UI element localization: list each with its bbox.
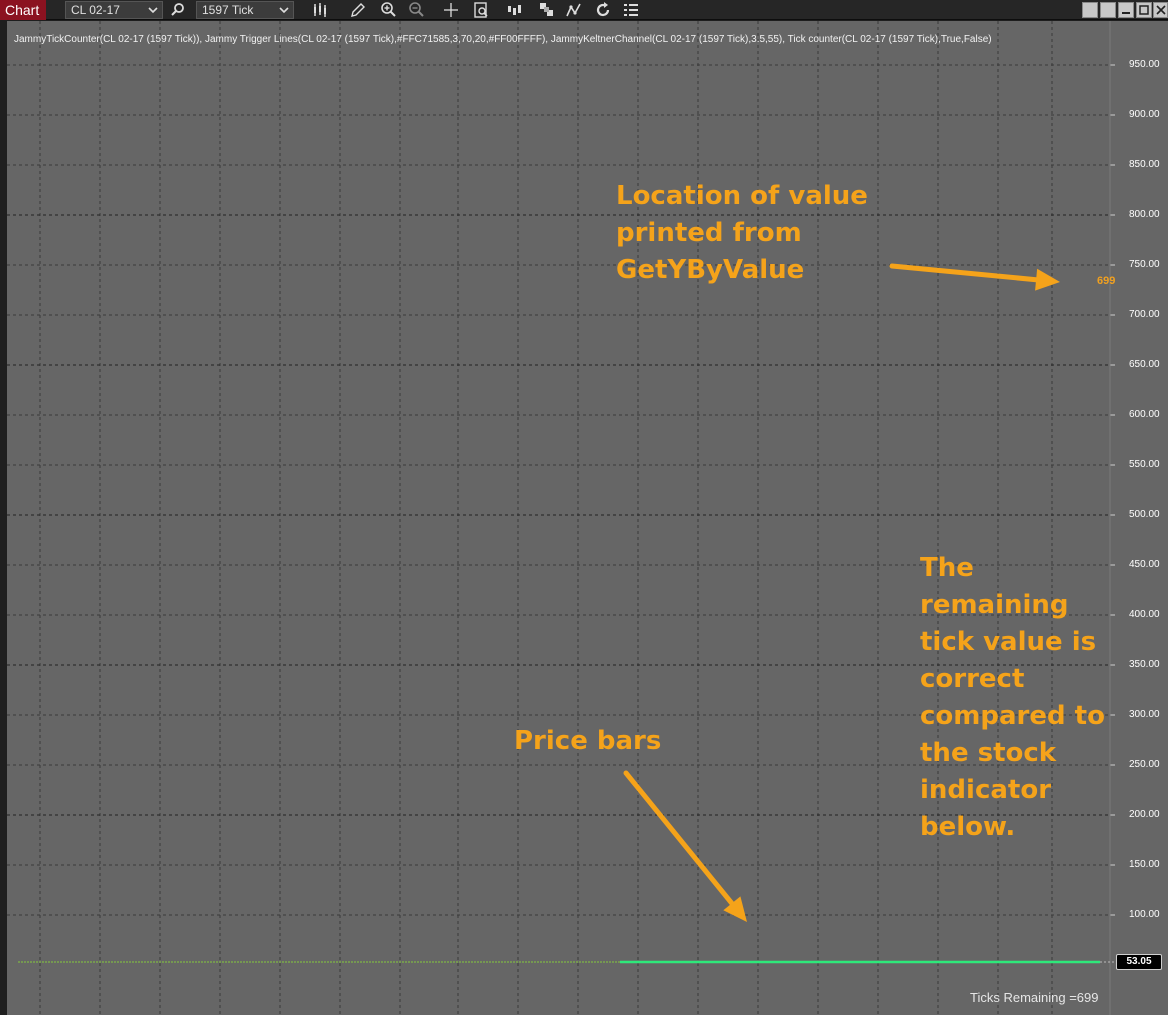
- chevron-down-icon: [279, 7, 289, 14]
- price-tick-label: 900.00: [1129, 109, 1160, 120]
- price-tick-label: 800.00: [1129, 209, 1160, 220]
- annotation-line: remaining: [920, 590, 1069, 620]
- properties-icon[interactable]: [622, 1, 640, 19]
- indicator-labels: JammyTickCounter(CL 02-17 (1597 Tick)), …: [14, 34, 992, 45]
- interval-selector[interactable]: 1597 Tick: [196, 1, 294, 19]
- annotation-line: correct: [920, 664, 1025, 694]
- ticks-remaining-label: Ticks Remaining =699: [970, 990, 1099, 1005]
- price-tick-label: 700.00: [1129, 309, 1160, 320]
- annotation-line: The: [920, 553, 974, 583]
- price-tick-label: 200.00: [1129, 809, 1160, 820]
- crosshair-icon[interactable]: [442, 1, 460, 19]
- annotation-line: the stock: [920, 738, 1057, 768]
- price-tick-label: 350.00: [1129, 659, 1160, 670]
- price-tick-label: 150.00: [1129, 859, 1160, 870]
- strategy-icon[interactable]: [538, 1, 556, 19]
- instrument-value: CL 02-17: [71, 3, 120, 17]
- tile-icon[interactable]: [1100, 2, 1116, 18]
- chart-toolbar: Chart CL 02-17 1597 Tick: [0, 0, 1168, 20]
- current-price-marker: 53.05: [1116, 954, 1162, 970]
- chevron-down-icon: [148, 7, 158, 14]
- chart-panel[interactable]: [0, 21, 1168, 1015]
- price-tick-label: 250.00: [1129, 759, 1160, 770]
- price-tick-label: 550.00: [1129, 459, 1160, 470]
- price-tick-label: 650.00: [1129, 359, 1160, 370]
- price-tick-label: 950.00: [1129, 59, 1160, 70]
- instrument-selector[interactable]: CL 02-17: [65, 1, 163, 19]
- annotation-line: printed from: [616, 218, 802, 248]
- annotation-line: tick value is: [920, 627, 1097, 657]
- bar-spacing-icon[interactable]: [506, 1, 524, 19]
- annotation-arrow-price: [623, 770, 735, 906]
- price-tick-label: 100.00: [1129, 909, 1160, 920]
- price-tick-label: 750.00: [1129, 259, 1160, 270]
- zoom-in-icon[interactable]: [379, 1, 397, 19]
- annotation-line: indicator: [920, 775, 1052, 805]
- indicator-icon[interactable]: [565, 1, 583, 19]
- minimize-icon[interactable]: [1118, 2, 1134, 18]
- annotation-location: Location of value printed from GetYByVal…: [616, 178, 868, 289]
- annotation-arrow-location: [889, 263, 1039, 283]
- annotation-line: Location of value: [616, 181, 868, 211]
- annotation-remaining: The remaining tick value is correct comp…: [920, 550, 1105, 846]
- price-tick-label: 300.00: [1129, 709, 1160, 720]
- search-icon[interactable]: [169, 1, 187, 19]
- price-tick-label: 500.00: [1129, 509, 1160, 520]
- price-tick-label: 850.00: [1129, 159, 1160, 170]
- data-box-icon[interactable]: [472, 1, 490, 19]
- restore-icon[interactable]: [1082, 2, 1098, 18]
- annotation-arrow-location-head: [1035, 268, 1060, 291]
- maximize-icon[interactable]: [1136, 2, 1152, 18]
- annotation-price-bars: Price bars: [514, 726, 662, 756]
- annotation-line: GetYByValue: [616, 255, 805, 285]
- chart-canvas[interactable]: [7, 21, 1168, 1015]
- annotation-line: below.: [920, 812, 1016, 842]
- close-icon[interactable]: [1153, 2, 1168, 18]
- price-tick-label: 400.00: [1129, 609, 1160, 620]
- reload-icon[interactable]: [594, 1, 612, 19]
- chart-tab[interactable]: Chart: [0, 0, 46, 20]
- bar-type-icon[interactable]: [311, 1, 329, 19]
- price-tick-label: 600.00: [1129, 409, 1160, 420]
- price-tick-label: 450.00: [1129, 559, 1160, 570]
- annotation-line: compared to: [920, 701, 1105, 731]
- pencil-icon[interactable]: [349, 1, 367, 19]
- interval-value: 1597 Tick: [202, 3, 254, 17]
- zoom-out-icon[interactable]: [407, 1, 425, 19]
- printed-value-label: 699: [1097, 275, 1116, 287]
